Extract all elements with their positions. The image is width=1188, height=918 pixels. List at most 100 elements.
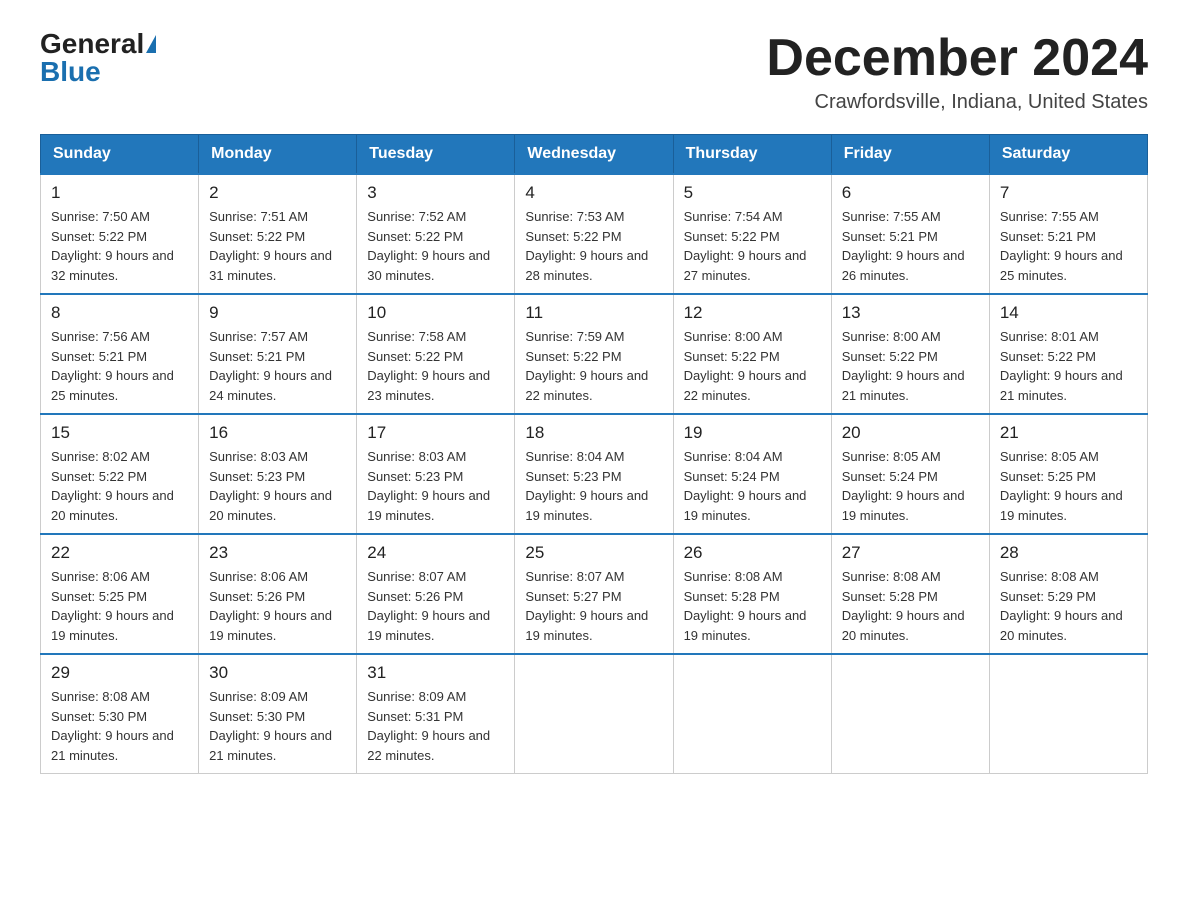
- day-cell: 21 Sunrise: 8:05 AM Sunset: 5:25 PM Dayl…: [989, 414, 1147, 534]
- day-cell: 26 Sunrise: 8:08 AM Sunset: 5:28 PM Dayl…: [673, 534, 831, 654]
- day-info: Sunrise: 8:01 AM Sunset: 5:22 PM Dayligh…: [1000, 327, 1137, 405]
- day-cell: 8 Sunrise: 7:56 AM Sunset: 5:21 PM Dayli…: [41, 294, 199, 414]
- day-info: Sunrise: 8:02 AM Sunset: 5:22 PM Dayligh…: [51, 447, 188, 525]
- day-info: Sunrise: 7:55 AM Sunset: 5:21 PM Dayligh…: [842, 207, 979, 285]
- day-info: Sunrise: 8:09 AM Sunset: 5:31 PM Dayligh…: [367, 687, 504, 765]
- day-number: 28: [1000, 543, 1137, 563]
- day-info: Sunrise: 8:07 AM Sunset: 5:27 PM Dayligh…: [525, 567, 662, 645]
- week-row-2: 8 Sunrise: 7:56 AM Sunset: 5:21 PM Dayli…: [41, 294, 1148, 414]
- day-info: Sunrise: 8:05 AM Sunset: 5:24 PM Dayligh…: [842, 447, 979, 525]
- day-number: 30: [209, 663, 346, 683]
- header-cell-tuesday: Tuesday: [357, 135, 515, 175]
- day-info: Sunrise: 8:08 AM Sunset: 5:29 PM Dayligh…: [1000, 567, 1137, 645]
- day-number: 29: [51, 663, 188, 683]
- day-number: 20: [842, 423, 979, 443]
- day-cell: 14 Sunrise: 8:01 AM Sunset: 5:22 PM Dayl…: [989, 294, 1147, 414]
- day-number: 5: [684, 183, 821, 203]
- day-number: 25: [525, 543, 662, 563]
- day-cell: 30 Sunrise: 8:09 AM Sunset: 5:30 PM Dayl…: [199, 654, 357, 774]
- day-cell: 25 Sunrise: 8:07 AM Sunset: 5:27 PM Dayl…: [515, 534, 673, 654]
- day-number: 3: [367, 183, 504, 203]
- day-info: Sunrise: 8:04 AM Sunset: 5:23 PM Dayligh…: [525, 447, 662, 525]
- day-cell: 22 Sunrise: 8:06 AM Sunset: 5:25 PM Dayl…: [41, 534, 199, 654]
- day-cell: 6 Sunrise: 7:55 AM Sunset: 5:21 PM Dayli…: [831, 174, 989, 294]
- logo: General Blue: [40, 30, 156, 86]
- day-info: Sunrise: 8:09 AM Sunset: 5:30 PM Dayligh…: [209, 687, 346, 765]
- day-cell: 19 Sunrise: 8:04 AM Sunset: 5:24 PM Dayl…: [673, 414, 831, 534]
- day-info: Sunrise: 7:52 AM Sunset: 5:22 PM Dayligh…: [367, 207, 504, 285]
- day-cell: 2 Sunrise: 7:51 AM Sunset: 5:22 PM Dayli…: [199, 174, 357, 294]
- day-number: 7: [1000, 183, 1137, 203]
- day-info: Sunrise: 8:03 AM Sunset: 5:23 PM Dayligh…: [209, 447, 346, 525]
- header-cell-monday: Monday: [199, 135, 357, 175]
- day-info: Sunrise: 7:54 AM Sunset: 5:22 PM Dayligh…: [684, 207, 821, 285]
- day-number: 24: [367, 543, 504, 563]
- month-title: December 2024: [766, 30, 1148, 87]
- day-cell: 3 Sunrise: 7:52 AM Sunset: 5:22 PM Dayli…: [357, 174, 515, 294]
- day-number: 4: [525, 183, 662, 203]
- day-cell: 15 Sunrise: 8:02 AM Sunset: 5:22 PM Dayl…: [41, 414, 199, 534]
- day-number: 1: [51, 183, 188, 203]
- day-number: 31: [367, 663, 504, 683]
- header-cell-thursday: Thursday: [673, 135, 831, 175]
- header-row: SundayMondayTuesdayWednesdayThursdayFrid…: [41, 135, 1148, 175]
- day-number: 22: [51, 543, 188, 563]
- calendar-header: SundayMondayTuesdayWednesdayThursdayFrid…: [41, 135, 1148, 175]
- day-info: Sunrise: 7:56 AM Sunset: 5:21 PM Dayligh…: [51, 327, 188, 405]
- day-info: Sunrise: 7:58 AM Sunset: 5:22 PM Dayligh…: [367, 327, 504, 405]
- day-number: 2: [209, 183, 346, 203]
- day-number: 19: [684, 423, 821, 443]
- day-cell: 23 Sunrise: 8:06 AM Sunset: 5:26 PM Dayl…: [199, 534, 357, 654]
- header-cell-sunday: Sunday: [41, 135, 199, 175]
- week-row-5: 29 Sunrise: 8:08 AM Sunset: 5:30 PM Dayl…: [41, 654, 1148, 774]
- day-cell: 18 Sunrise: 8:04 AM Sunset: 5:23 PM Dayl…: [515, 414, 673, 534]
- calendar-table: SundayMondayTuesdayWednesdayThursdayFrid…: [40, 134, 1148, 774]
- day-cell: 11 Sunrise: 7:59 AM Sunset: 5:22 PM Dayl…: [515, 294, 673, 414]
- day-info: Sunrise: 7:50 AM Sunset: 5:22 PM Dayligh…: [51, 207, 188, 285]
- day-number: 13: [842, 303, 979, 323]
- day-info: Sunrise: 8:07 AM Sunset: 5:26 PM Dayligh…: [367, 567, 504, 645]
- day-info: Sunrise: 8:06 AM Sunset: 5:26 PM Dayligh…: [209, 567, 346, 645]
- header-cell-wednesday: Wednesday: [515, 135, 673, 175]
- day-cell: 4 Sunrise: 7:53 AM Sunset: 5:22 PM Dayli…: [515, 174, 673, 294]
- day-cell: 24 Sunrise: 8:07 AM Sunset: 5:26 PM Dayl…: [357, 534, 515, 654]
- day-info: Sunrise: 7:51 AM Sunset: 5:22 PM Dayligh…: [209, 207, 346, 285]
- day-info: Sunrise: 8:08 AM Sunset: 5:28 PM Dayligh…: [842, 567, 979, 645]
- day-cell: 20 Sunrise: 8:05 AM Sunset: 5:24 PM Dayl…: [831, 414, 989, 534]
- day-info: Sunrise: 7:53 AM Sunset: 5:22 PM Dayligh…: [525, 207, 662, 285]
- day-info: Sunrise: 8:08 AM Sunset: 5:30 PM Dayligh…: [51, 687, 188, 765]
- day-number: 21: [1000, 423, 1137, 443]
- day-number: 12: [684, 303, 821, 323]
- day-cell: 5 Sunrise: 7:54 AM Sunset: 5:22 PM Dayli…: [673, 174, 831, 294]
- logo-triangle-icon: [146, 35, 156, 53]
- title-block: December 2024 Crawfordsville, Indiana, U…: [766, 30, 1148, 114]
- day-cell: [515, 654, 673, 774]
- day-info: Sunrise: 8:03 AM Sunset: 5:23 PM Dayligh…: [367, 447, 504, 525]
- day-number: 18: [525, 423, 662, 443]
- day-number: 26: [684, 543, 821, 563]
- logo-general-text: General: [40, 30, 144, 58]
- day-cell: 16 Sunrise: 8:03 AM Sunset: 5:23 PM Dayl…: [199, 414, 357, 534]
- day-cell: 17 Sunrise: 8:03 AM Sunset: 5:23 PM Dayl…: [357, 414, 515, 534]
- day-info: Sunrise: 8:00 AM Sunset: 5:22 PM Dayligh…: [684, 327, 821, 405]
- day-info: Sunrise: 7:55 AM Sunset: 5:21 PM Dayligh…: [1000, 207, 1137, 285]
- logo-blue-text: Blue: [40, 58, 101, 86]
- day-number: 11: [525, 303, 662, 323]
- day-number: 10: [367, 303, 504, 323]
- day-info: Sunrise: 8:05 AM Sunset: 5:25 PM Dayligh…: [1000, 447, 1137, 525]
- day-cell: 1 Sunrise: 7:50 AM Sunset: 5:22 PM Dayli…: [41, 174, 199, 294]
- page-header: General Blue December 2024 Crawfordsvill…: [40, 30, 1148, 114]
- day-info: Sunrise: 7:57 AM Sunset: 5:21 PM Dayligh…: [209, 327, 346, 405]
- day-info: Sunrise: 8:08 AM Sunset: 5:28 PM Dayligh…: [684, 567, 821, 645]
- week-row-1: 1 Sunrise: 7:50 AM Sunset: 5:22 PM Dayli…: [41, 174, 1148, 294]
- header-cell-friday: Friday: [831, 135, 989, 175]
- header-cell-saturday: Saturday: [989, 135, 1147, 175]
- day-cell: [673, 654, 831, 774]
- day-cell: 29 Sunrise: 8:08 AM Sunset: 5:30 PM Dayl…: [41, 654, 199, 774]
- day-info: Sunrise: 8:00 AM Sunset: 5:22 PM Dayligh…: [842, 327, 979, 405]
- day-cell: 28 Sunrise: 8:08 AM Sunset: 5:29 PM Dayl…: [989, 534, 1147, 654]
- day-cell: [831, 654, 989, 774]
- day-number: 9: [209, 303, 346, 323]
- day-info: Sunrise: 8:06 AM Sunset: 5:25 PM Dayligh…: [51, 567, 188, 645]
- day-info: Sunrise: 8:04 AM Sunset: 5:24 PM Dayligh…: [684, 447, 821, 525]
